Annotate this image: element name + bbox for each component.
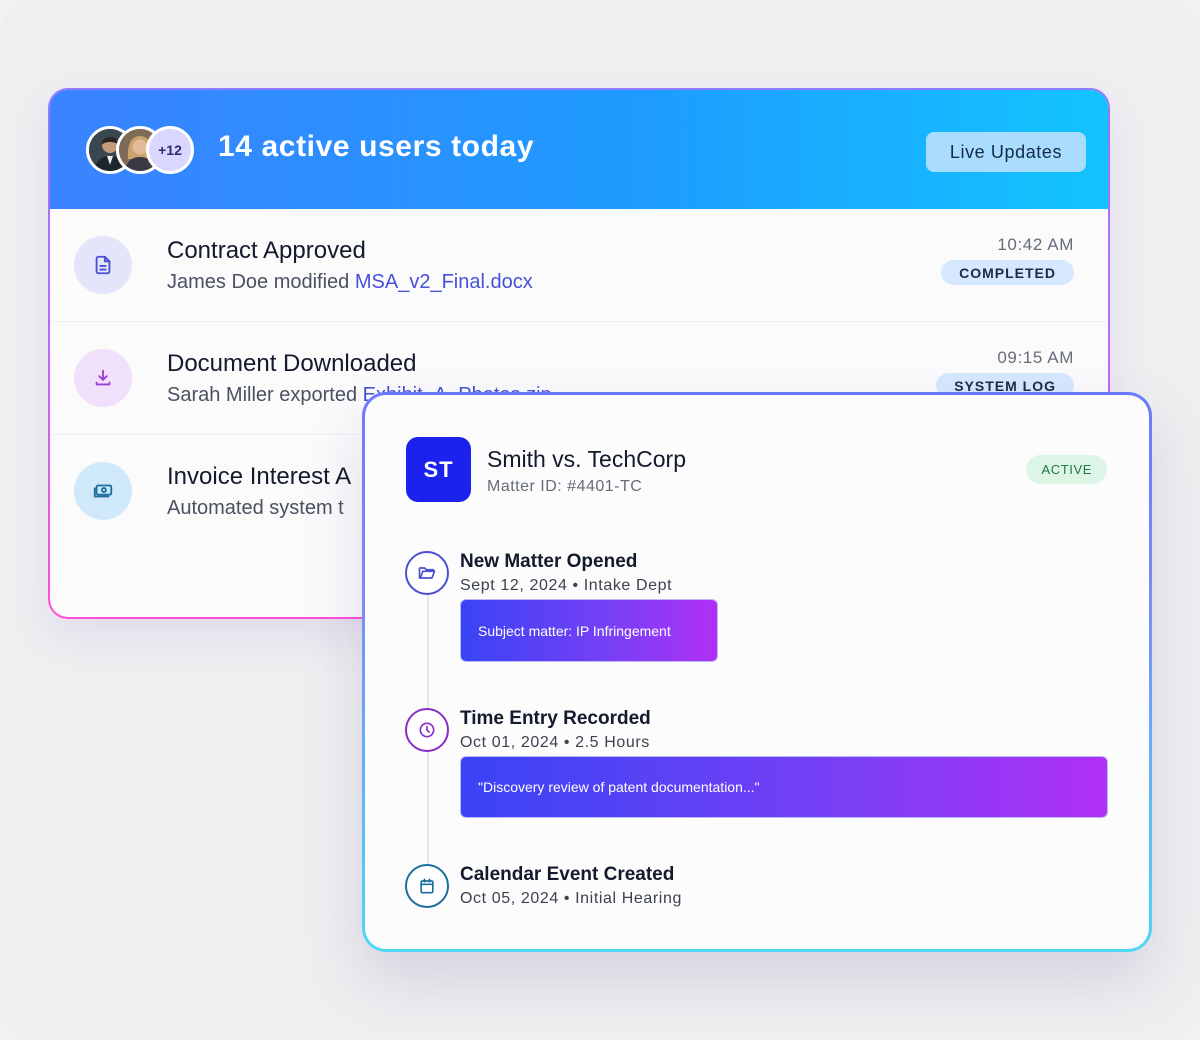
- cash-icon: [74, 462, 132, 520]
- more-users-badge: +12: [146, 126, 194, 174]
- timeline-item-detail: Intake Dept: [583, 577, 673, 594]
- status-badge: ACTIVE: [1026, 455, 1107, 484]
- folder-icon: [405, 551, 449, 595]
- feed-item-actor: James Doe modified: [167, 271, 355, 293]
- separator-dot: •: [563, 734, 576, 751]
- matter-card: ST Smith vs. TechCorp Matter ID: #4401-T…: [362, 392, 1152, 952]
- timeline-item-date: Sept 12, 2024: [460, 577, 568, 594]
- timeline-item-meta: Oct 01, 2024 • 2.5 Hours: [460, 734, 650, 752]
- separator-dot: •: [572, 577, 584, 594]
- feed-item-title: Invoice Interest A: [167, 463, 352, 490]
- timeline-item-title: Time Entry Recorded: [460, 708, 651, 729]
- feed-item-time: 09:15 AM: [997, 348, 1074, 367]
- timeline-item-title: Calendar Event Created: [460, 864, 675, 885]
- feed-item-title: Document Downloaded: [167, 350, 417, 377]
- active-users-title: 14 active users today: [218, 130, 535, 163]
- feed-item-title: Contract Approved: [167, 237, 366, 264]
- matter-id: Matter ID: #4401-TC: [487, 478, 643, 495]
- feed-item-description: James Doe modified MSA_v2_Final.docx: [167, 271, 533, 294]
- status-badge: COMPLETED: [941, 260, 1074, 285]
- timeline-item-detail: Initial Hearing: [575, 890, 682, 907]
- download-icon: [74, 349, 132, 407]
- feed-item-actor: Automated system t: [167, 497, 344, 519]
- feed-item-time: 10:42 AM: [997, 235, 1074, 254]
- timeline-note: Subject matter: IP Infringement: [460, 599, 718, 662]
- timeline-item-meta: Oct 05, 2024 • Initial Hearing: [460, 890, 682, 908]
- feed-item-actor: Sarah Miller exported: [167, 384, 363, 406]
- calendar-icon: [405, 864, 449, 908]
- file-link[interactable]: MSA_v2_Final.docx: [355, 271, 533, 293]
- canvas-frame: +12 14 active users today Live Updates C…: [0, 0, 1200, 1040]
- timeline-note: "Discovery review of patent documentatio…: [460, 756, 1108, 818]
- timeline-item-detail: 2.5 Hours: [575, 734, 650, 751]
- matter-title[interactable]: Smith vs. TechCorp: [487, 446, 686, 473]
- timeline-item-meta: Sept 12, 2024 • Intake Dept: [460, 577, 672, 595]
- separator-dot: •: [563, 890, 576, 907]
- document-icon: [74, 236, 132, 294]
- timeline-item-date: Oct 05, 2024: [460, 890, 559, 907]
- clock-icon: [405, 708, 449, 752]
- live-updates-button[interactable]: Live Updates: [926, 132, 1086, 172]
- timeline-item-title: New Matter Opened: [460, 551, 638, 572]
- feed-item-description: Automated system t: [167, 497, 344, 520]
- activity-header: +12 14 active users today Live Updates: [50, 90, 1108, 209]
- avatar-stack[interactable]: +12: [86, 126, 196, 174]
- feed-item[interactable]: Contract Approved James Doe modified MSA…: [50, 209, 1108, 322]
- timeline-item-date: Oct 01, 2024: [460, 734, 559, 751]
- matter-avatar: ST: [406, 437, 471, 502]
